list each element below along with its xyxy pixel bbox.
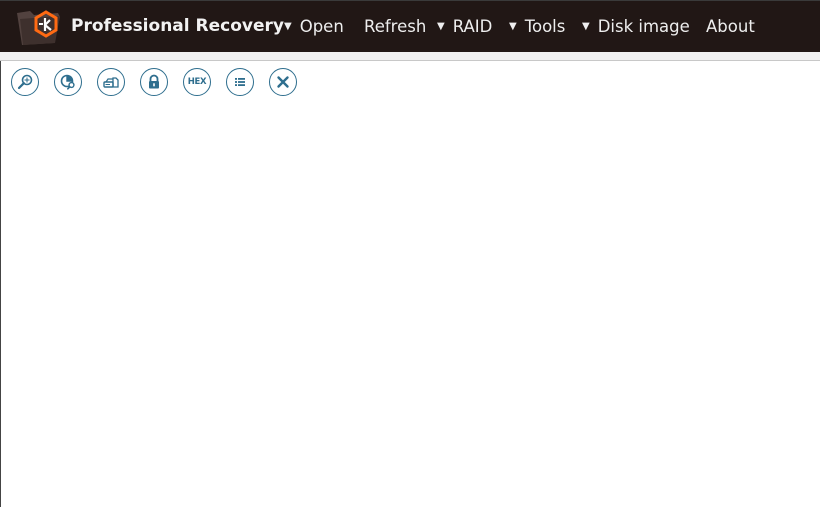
toolbar-separator-strip	[0, 52, 820, 61]
title-bar: Professional Recovery ▼ Open Refresh ▼ RAI…	[0, 0, 820, 52]
search-icon	[17, 74, 33, 90]
app-logo-icon	[14, 7, 64, 47]
menu-about-label: About	[706, 17, 755, 36]
partition-search-icon	[60, 74, 75, 90]
menu-tools-label: Tools	[524, 17, 566, 36]
dropdown-caret-icon: ▼	[437, 21, 445, 32]
menu-raid-label: RAID	[452, 17, 493, 36]
menu-about[interactable]: About	[706, 17, 755, 36]
lock-icon	[149, 74, 159, 89]
menu-disk-image[interactable]: ▼ Disk image	[582, 17, 690, 36]
close-button[interactable]	[269, 68, 297, 96]
close-icon	[277, 76, 289, 88]
dropdown-caret-icon: ▼	[284, 21, 292, 32]
partition-search-button[interactable]	[54, 68, 82, 96]
menu-raid[interactable]: ▼ RAID	[437, 17, 492, 36]
drives-icon	[103, 77, 119, 88]
menu-open-label: Open	[299, 17, 344, 36]
menu-refresh[interactable]: Refresh	[364, 17, 426, 36]
menu-tools[interactable]: ▼ Tools	[509, 17, 565, 36]
app-title: Professional Recovery	[71, 16, 284, 36]
list-icon	[235, 78, 245, 86]
menu-disk-image-label: Disk image	[597, 17, 690, 36]
menu-open[interactable]: ▼ Open	[284, 17, 344, 36]
menu-refresh-label: Refresh	[364, 17, 427, 36]
lock-button[interactable]	[140, 68, 168, 96]
dropdown-caret-icon: ▼	[509, 21, 517, 32]
drives-button[interactable]	[97, 68, 125, 96]
hex-icon: HEX	[187, 77, 207, 87]
search-button[interactable]	[11, 68, 39, 96]
hex-button[interactable]: HEX	[183, 68, 211, 96]
dropdown-caret-icon: ▼	[582, 21, 590, 32]
main-content-area	[0, 61, 820, 507]
list-button[interactable]	[226, 68, 254, 96]
